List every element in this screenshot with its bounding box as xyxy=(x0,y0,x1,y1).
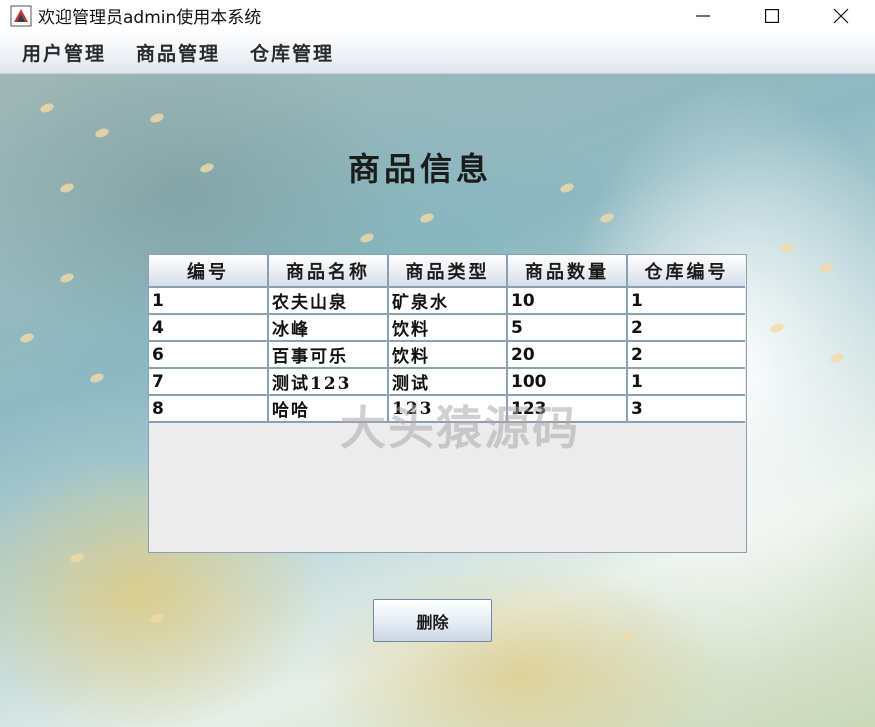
cell-quantity[interactable]: 10 xyxy=(507,287,628,315)
cell-name[interactable]: 百事可乐 xyxy=(268,341,389,369)
cell-quantity[interactable]: 123 xyxy=(507,395,628,423)
column-header-id[interactable]: 编号 xyxy=(149,255,269,288)
cell-type[interactable]: 饮料 xyxy=(388,314,508,342)
cell-type[interactable]: 123 xyxy=(388,395,508,423)
cell-quantity[interactable]: 20 xyxy=(507,341,628,369)
cell-warehouse[interactable]: 1 xyxy=(627,368,745,396)
column-header-quantity[interactable]: 商品数量 xyxy=(507,255,628,288)
menu-warehouse-management[interactable]: 仓库管理 xyxy=(250,39,334,66)
window-title: 欢迎管理员admin使用本系统 xyxy=(38,8,262,28)
close-icon xyxy=(833,8,849,23)
cell-id[interactable]: 6 xyxy=(149,341,269,369)
cell-id[interactable]: 1 xyxy=(149,287,269,315)
cell-name[interactable]: 哈哈 xyxy=(268,395,389,423)
cell-warehouse[interactable]: 3 xyxy=(627,395,745,423)
table-row[interactable]: 8 哈哈 123 123 3 xyxy=(149,395,745,423)
cell-type[interactable]: 测试 xyxy=(388,368,508,396)
cell-id[interactable]: 7 xyxy=(149,368,269,396)
menu-bar: 用户管理 商品管理 仓库管理 xyxy=(0,31,875,74)
close-button[interactable] xyxy=(806,0,875,31)
minimize-icon xyxy=(696,14,710,17)
table-header-row: 编号 商品名称 商品类型 商品数量 仓库编号 xyxy=(149,255,745,288)
column-header-type[interactable]: 商品类型 xyxy=(388,255,508,288)
maximize-icon xyxy=(765,8,779,23)
table-row[interactable]: 1 农夫山泉 矿泉水 10 1 xyxy=(149,287,745,315)
cell-quantity[interactable]: 100 xyxy=(507,368,628,396)
cell-name[interactable]: 冰峰 xyxy=(268,314,389,342)
table-row[interactable]: 6 百事可乐 饮料 20 2 xyxy=(149,341,745,369)
cell-warehouse[interactable]: 2 xyxy=(627,341,745,369)
cell-id[interactable]: 4 xyxy=(149,314,269,342)
delete-button[interactable]: 删除 xyxy=(373,599,492,642)
column-header-name[interactable]: 商品名称 xyxy=(268,255,389,288)
cell-type[interactable]: 饮料 xyxy=(388,341,508,369)
product-table[interactable]: 编号 商品名称 商品类型 商品数量 仓库编号 1 农夫山泉 矿泉水 10 1 4 xyxy=(148,254,747,553)
table-row[interactable]: 7 测试123 测试 100 1 xyxy=(149,368,745,396)
menu-user-management[interactable]: 用户管理 xyxy=(22,39,106,66)
cell-name[interactable]: 测试123 xyxy=(268,368,389,396)
cell-id[interactable]: 8 xyxy=(149,395,269,423)
cell-name[interactable]: 农夫山泉 xyxy=(268,287,389,315)
cell-warehouse[interactable]: 1 xyxy=(627,287,745,315)
window-title-bar: 欢迎管理员admin使用本系统 xyxy=(0,0,875,31)
maximize-button[interactable] xyxy=(737,0,807,31)
column-header-warehouse[interactable]: 仓库编号 xyxy=(627,255,745,288)
java-app-icon xyxy=(10,5,32,27)
cell-warehouse[interactable]: 2 xyxy=(627,314,745,342)
cell-quantity[interactable]: 5 xyxy=(507,314,628,342)
menu-product-management[interactable]: 商品管理 xyxy=(136,39,220,66)
cell-type[interactable]: 矿泉水 xyxy=(388,287,508,315)
page-title: 商品信息 xyxy=(347,150,492,188)
minimize-button[interactable] xyxy=(668,0,738,31)
content-panel: 商品信息 编号 商品名称 商品类型 商品数量 仓库编号 1 农夫山泉 矿泉水 1… xyxy=(0,74,875,727)
table-row[interactable]: 4 冰峰 饮料 5 2 xyxy=(149,314,745,342)
